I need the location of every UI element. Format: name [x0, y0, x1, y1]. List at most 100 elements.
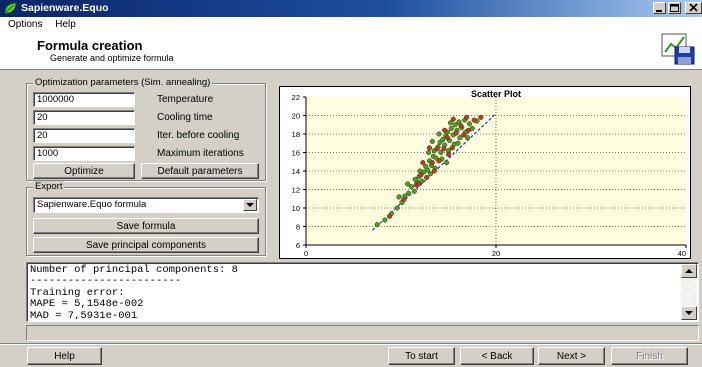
- green-data-point: [405, 181, 411, 187]
- optimization-legend: Optimization parameters (Sim. annealing): [33, 77, 213, 88]
- x-tick-label: 20: [492, 249, 500, 258]
- red-data-point: [424, 174, 430, 181]
- export-format-value: Sapienware.Equo formula: [37, 199, 147, 210]
- temperature-input[interactable]: 1000000: [33, 92, 135, 107]
- x-tick-label: 40: [678, 249, 686, 258]
- green-data-point: [396, 194, 402, 200]
- red-data-point: [445, 151, 452, 157]
- app-leaf-icon: [4, 2, 17, 14]
- red-data-point: [418, 172, 424, 178]
- green-data-point: [406, 190, 412, 196]
- help-button[interactable]: Help: [27, 347, 102, 365]
- export-group: Export Sapienware.Equo formula Save form…: [26, 181, 266, 256]
- scroll-up-button[interactable]: [681, 264, 697, 278]
- scatter-plot: Scatter Plot 68101214161820220 20 40: [292, 89, 687, 258]
- green-data-point: [444, 160, 450, 166]
- red-data-point: [431, 168, 437, 174]
- title-bar[interactable]: Sapienware.Equo: [0, 0, 702, 17]
- red-data-point: [420, 160, 426, 166]
- green-data-point: [466, 121, 472, 127]
- y-tick-label: 8: [296, 223, 300, 232]
- export-legend: Export: [33, 181, 65, 192]
- iter-before-cooling-input[interactable]: 20: [33, 128, 135, 143]
- minimize-button[interactable]: [653, 2, 666, 14]
- to-start-label: To start: [405, 350, 438, 362]
- maximize-button[interactable]: [668, 2, 681, 14]
- export-format-select[interactable]: Sapienware.Equo formula: [33, 197, 259, 213]
- maximum-iterations-input[interactable]: 1000: [33, 146, 135, 161]
- next-button[interactable]: Next >: [538, 347, 605, 365]
- results-scrollbar[interactable]: [681, 264, 697, 320]
- red-data-point: [464, 114, 470, 120]
- red-data-point: [449, 145, 455, 151]
- scroll-track[interactable]: [681, 278, 697, 306]
- menu-bar: Options Help: [8, 19, 86, 30]
- x-tick-label: 0: [304, 249, 308, 258]
- maximum-iterations-label: Maximum iterations: [157, 148, 244, 159]
- red-data-point: [426, 145, 433, 151]
- status-bar: [26, 325, 699, 341]
- y-tick-label: 22: [292, 93, 300, 102]
- red-data-point: [434, 146, 440, 152]
- footer-divider: [0, 343, 702, 344]
- close-icon: [689, 3, 698, 12]
- temperature-label: Temperature: [157, 94, 214, 105]
- default-parameters-label: Default parameters: [157, 165, 243, 177]
- page-subtitle: Generate and optimize formula: [50, 53, 174, 63]
- iter-before-cooling-label: Iter. before cooling: [157, 130, 240, 141]
- green-data-point: [374, 222, 380, 228]
- green-data-point: [426, 149, 432, 156]
- cooling-time-label: Cooling time: [157, 112, 213, 123]
- red-data-point: [436, 158, 442, 164]
- y-tick-label: 10: [292, 204, 300, 213]
- help-button-label: Help: [54, 350, 75, 362]
- red-data-point: [416, 181, 422, 187]
- green-data-point: [412, 176, 418, 182]
- green-data-point: [455, 140, 461, 146]
- red-data-point: [442, 127, 448, 133]
- red-data-point: [445, 135, 451, 141]
- cooling-time-input[interactable]: 20: [33, 110, 135, 125]
- red-data-point: [478, 114, 484, 120]
- arrow-up-icon: [685, 268, 693, 273]
- page-title: Formula creation: [37, 38, 143, 53]
- back-label: < Back: [481, 350, 513, 362]
- close-button[interactable]: [685, 2, 702, 14]
- scatter-plot-panel: Scatter Plot 6 8 10 12 14 16 18 20 22 0 20 40: [279, 86, 691, 259]
- results-text: Number of principal components: 8 ------…: [30, 264, 238, 319]
- red-data-point: [429, 160, 435, 166]
- optimize-button[interactable]: Optimize: [33, 163, 135, 179]
- default-parameters-button[interactable]: Default parameters: [141, 163, 259, 179]
- window-title: Sapienware.Equo: [21, 2, 109, 14]
- app-window: Sapienware.Equo Options Help Formula cre…: [0, 0, 702, 367]
- green-data-point: [394, 205, 400, 211]
- chevron-down-icon: [246, 202, 254, 207]
- scroll-down-button[interactable]: [681, 306, 697, 320]
- back-button[interactable]: < Back: [460, 347, 534, 365]
- red-data-point: [458, 123, 464, 129]
- y-tick-label: 12: [292, 186, 300, 195]
- to-start-button[interactable]: To start: [388, 347, 455, 365]
- y-tick-label: 6: [296, 241, 300, 250]
- red-data-point: [465, 127, 471, 133]
- green-data-point: [429, 138, 435, 144]
- red-data-point: [450, 116, 456, 122]
- optimize-button-label: Optimize: [64, 165, 104, 177]
- next-label: Next >: [556, 350, 587, 362]
- red-data-point: [471, 117, 477, 123]
- green-data-point: [411, 188, 417, 194]
- y-tick-label: 16: [292, 149, 300, 158]
- results-textarea[interactable]: Number of principal components: 8 ------…: [26, 262, 699, 322]
- menu-options[interactable]: Options: [8, 19, 42, 30]
- maximize-icon: [670, 4, 679, 12]
- green-data-point: [436, 131, 442, 137]
- green-data-point: [382, 217, 388, 223]
- menu-help[interactable]: Help: [55, 19, 76, 30]
- finish-label: Finish: [636, 350, 663, 362]
- y-tick-label: 20: [292, 112, 300, 121]
- finish-button[interactable]: Finish: [611, 347, 688, 365]
- save-principal-components-button[interactable]: Save principal components: [33, 237, 259, 253]
- dropdown-arrow-button[interactable]: [243, 199, 257, 211]
- save-formula-button[interactable]: Save formula: [33, 218, 259, 234]
- save-formula-label: Save formula: [116, 220, 176, 232]
